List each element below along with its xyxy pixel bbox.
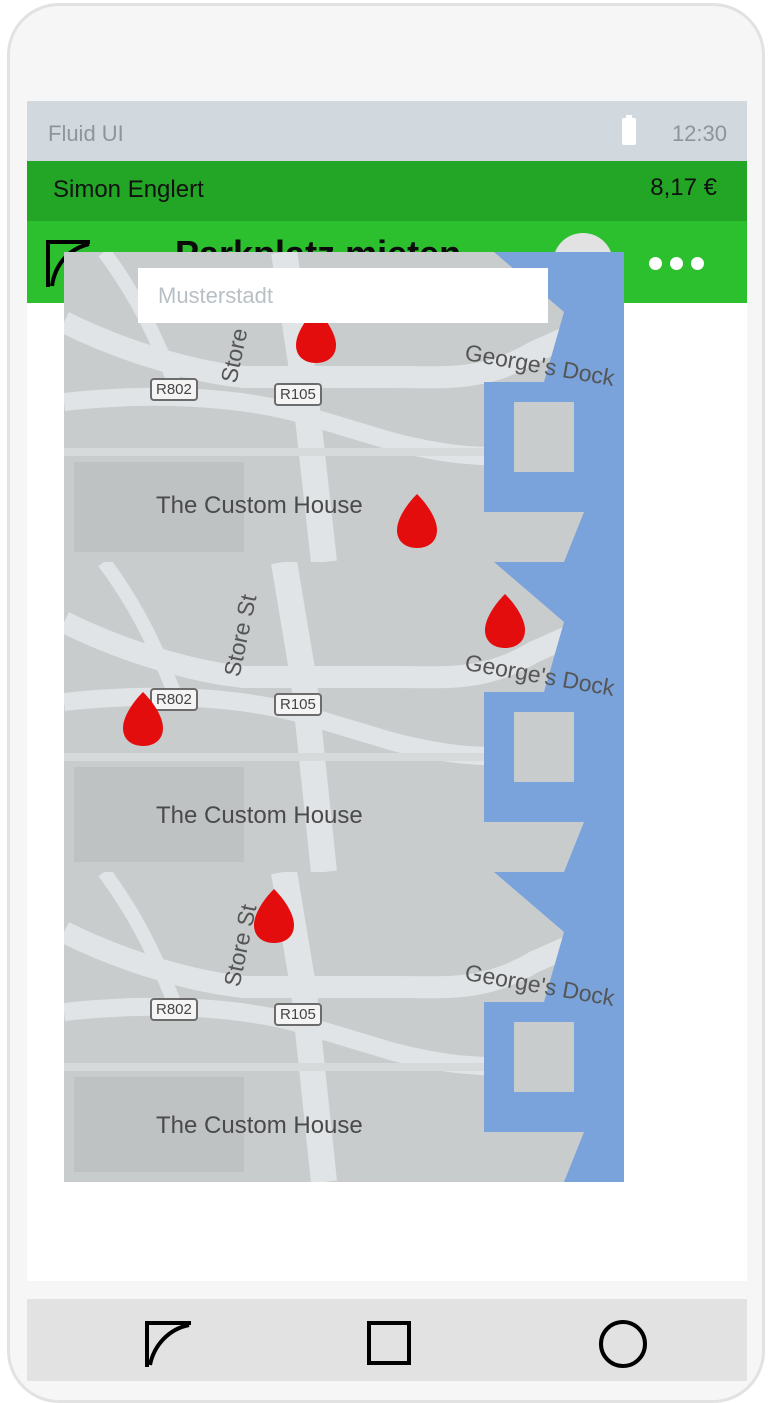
map-tile[interactable]: Store St George's Dock R802 R105 The Cus… (64, 872, 624, 1182)
dot-icon (691, 257, 704, 270)
system-nav-bar (27, 1299, 747, 1381)
clock: 12:30 (671, 121, 727, 146)
map-tile[interactable]: Store George's Dock R802 R105 The Custom… (64, 252, 624, 562)
road-sign: R802 (150, 378, 198, 401)
account-balance: 8,17 € (650, 174, 717, 201)
user-name: Simon Englert (53, 176, 204, 203)
road-sign: R105 (274, 1003, 322, 1026)
road-sign: R802 (150, 998, 198, 1021)
poi-label: The Custom House (156, 492, 363, 519)
battery-icon (622, 115, 636, 145)
poi-label: The Custom House (156, 802, 363, 829)
app-name: Fluid UI (48, 121, 124, 146)
circle-icon[interactable] (595, 1317, 649, 1371)
back-icon[interactable] (141, 1317, 195, 1371)
parking-pin-icon[interactable] (252, 887, 296, 945)
parking-pin-icon[interactable] (121, 690, 165, 748)
search-input[interactable] (138, 268, 548, 323)
poi-label: The Custom House (156, 1112, 363, 1139)
map-view[interactable]: Store George's Dock R802 R105 The Custom… (64, 252, 624, 1182)
map-tile[interactable]: Store St George's Dock R802 R105 The Cus… (64, 562, 624, 872)
parking-pin-icon[interactable] (395, 492, 439, 550)
status-bar: Fluid UI 12:30 (27, 101, 747, 161)
dot-icon (649, 257, 662, 270)
parking-pin-icon[interactable] (483, 592, 527, 650)
more-dots-icon[interactable] (649, 257, 713, 271)
road-sign: R105 (274, 383, 322, 406)
square-icon[interactable] (362, 1317, 416, 1371)
road-sign: R105 (274, 693, 322, 716)
dot-icon (670, 257, 683, 270)
user-bar: Simon Englert 8,17 € (27, 161, 747, 221)
